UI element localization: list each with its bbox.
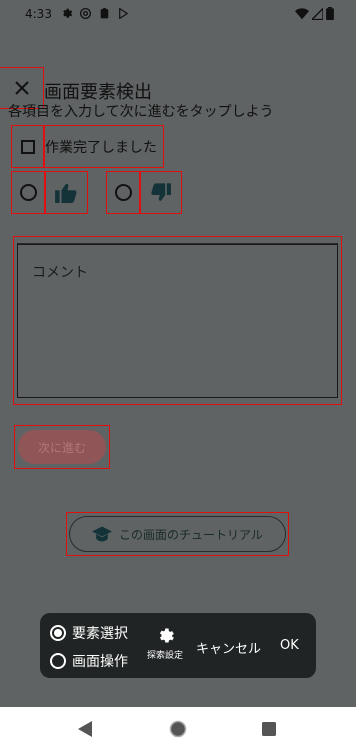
search-settings-button[interactable]: 探索設定 <box>145 626 185 661</box>
thumbs-down-icon <box>150 183 171 201</box>
clipboard-icon <box>100 8 109 19</box>
comment-placeholder: コメント <box>32 265 88 281</box>
graduation-cap-icon <box>92 526 113 542</box>
gear-icon <box>159 628 174 643</box>
page-subtitle: 各項目を入力して次に進むをタップしよう <box>8 104 274 120</box>
wifi-icon <box>295 7 309 19</box>
gear-icon <box>63 8 73 18</box>
option-screen-operation-label: 画面操作 <box>72 654 128 670</box>
like-radio-ring <box>20 184 37 201</box>
at-sign-icon <box>79 7 92 20</box>
tutorial-button-pill: この画面のチュートリアル <box>69 516 286 552</box>
option-select-element[interactable]: 要素選択 <box>50 623 128 643</box>
ok-button[interactable]: OK <box>280 638 299 653</box>
thumbs-up-icon <box>55 183 77 203</box>
dislike-button[interactable] <box>139 171 182 214</box>
system-nav-bar <box>0 707 356 752</box>
back-button[interactable] <box>75 719 95 739</box>
home-button[interactable] <box>168 719 188 739</box>
status-bar: 4:33 <box>0 0 356 30</box>
like-button[interactable] <box>44 171 88 214</box>
option-select-element-label: 要素選択 <box>72 626 128 642</box>
comment-field-border <box>18 244 337 245</box>
close-icon <box>14 81 29 95</box>
complete-checkbox[interactable] <box>11 125 45 168</box>
next-button[interactable]: 次に進む <box>14 425 110 469</box>
tutorial-button[interactable]: この画面のチュートリアル <box>66 512 289 556</box>
status-time: 4:33 <box>25 7 52 21</box>
battery-icon <box>326 7 334 20</box>
cancel-button[interactable]: キャンセル <box>196 638 261 657</box>
dislike-radio[interactable] <box>106 171 141 214</box>
play-store-icon <box>119 8 128 19</box>
radio-selected-icon <box>50 625 66 641</box>
checkbox-box <box>21 139 35 154</box>
status-left-icons <box>60 7 130 20</box>
status-right-icons <box>295 7 334 20</box>
back-icon <box>78 721 92 737</box>
recents-button[interactable] <box>259 719 279 739</box>
complete-checkbox-label[interactable]: 作業完了しました <box>43 125 164 168</box>
recents-icon <box>262 722 276 736</box>
signal-icon <box>312 7 323 20</box>
like-radio[interactable] <box>11 171 46 214</box>
comment-field[interactable]: コメント <box>17 243 338 398</box>
search-settings-label: 探索設定 <box>146 651 183 661</box>
radio-unselected-icon <box>50 653 66 669</box>
option-screen-operation[interactable]: 画面操作 <box>50 651 128 671</box>
tutorial-button-label: この画面のチュートリアル <box>119 527 263 542</box>
next-button-label: 次に進む <box>18 430 106 464</box>
dislike-radio-ring <box>115 184 132 201</box>
comment-field-container[interactable]: コメント <box>13 236 342 405</box>
home-icon <box>169 720 187 738</box>
element-detection-toolbar: 要素選択 画面操作 探索設定 キャンセル OK <box>40 613 316 678</box>
